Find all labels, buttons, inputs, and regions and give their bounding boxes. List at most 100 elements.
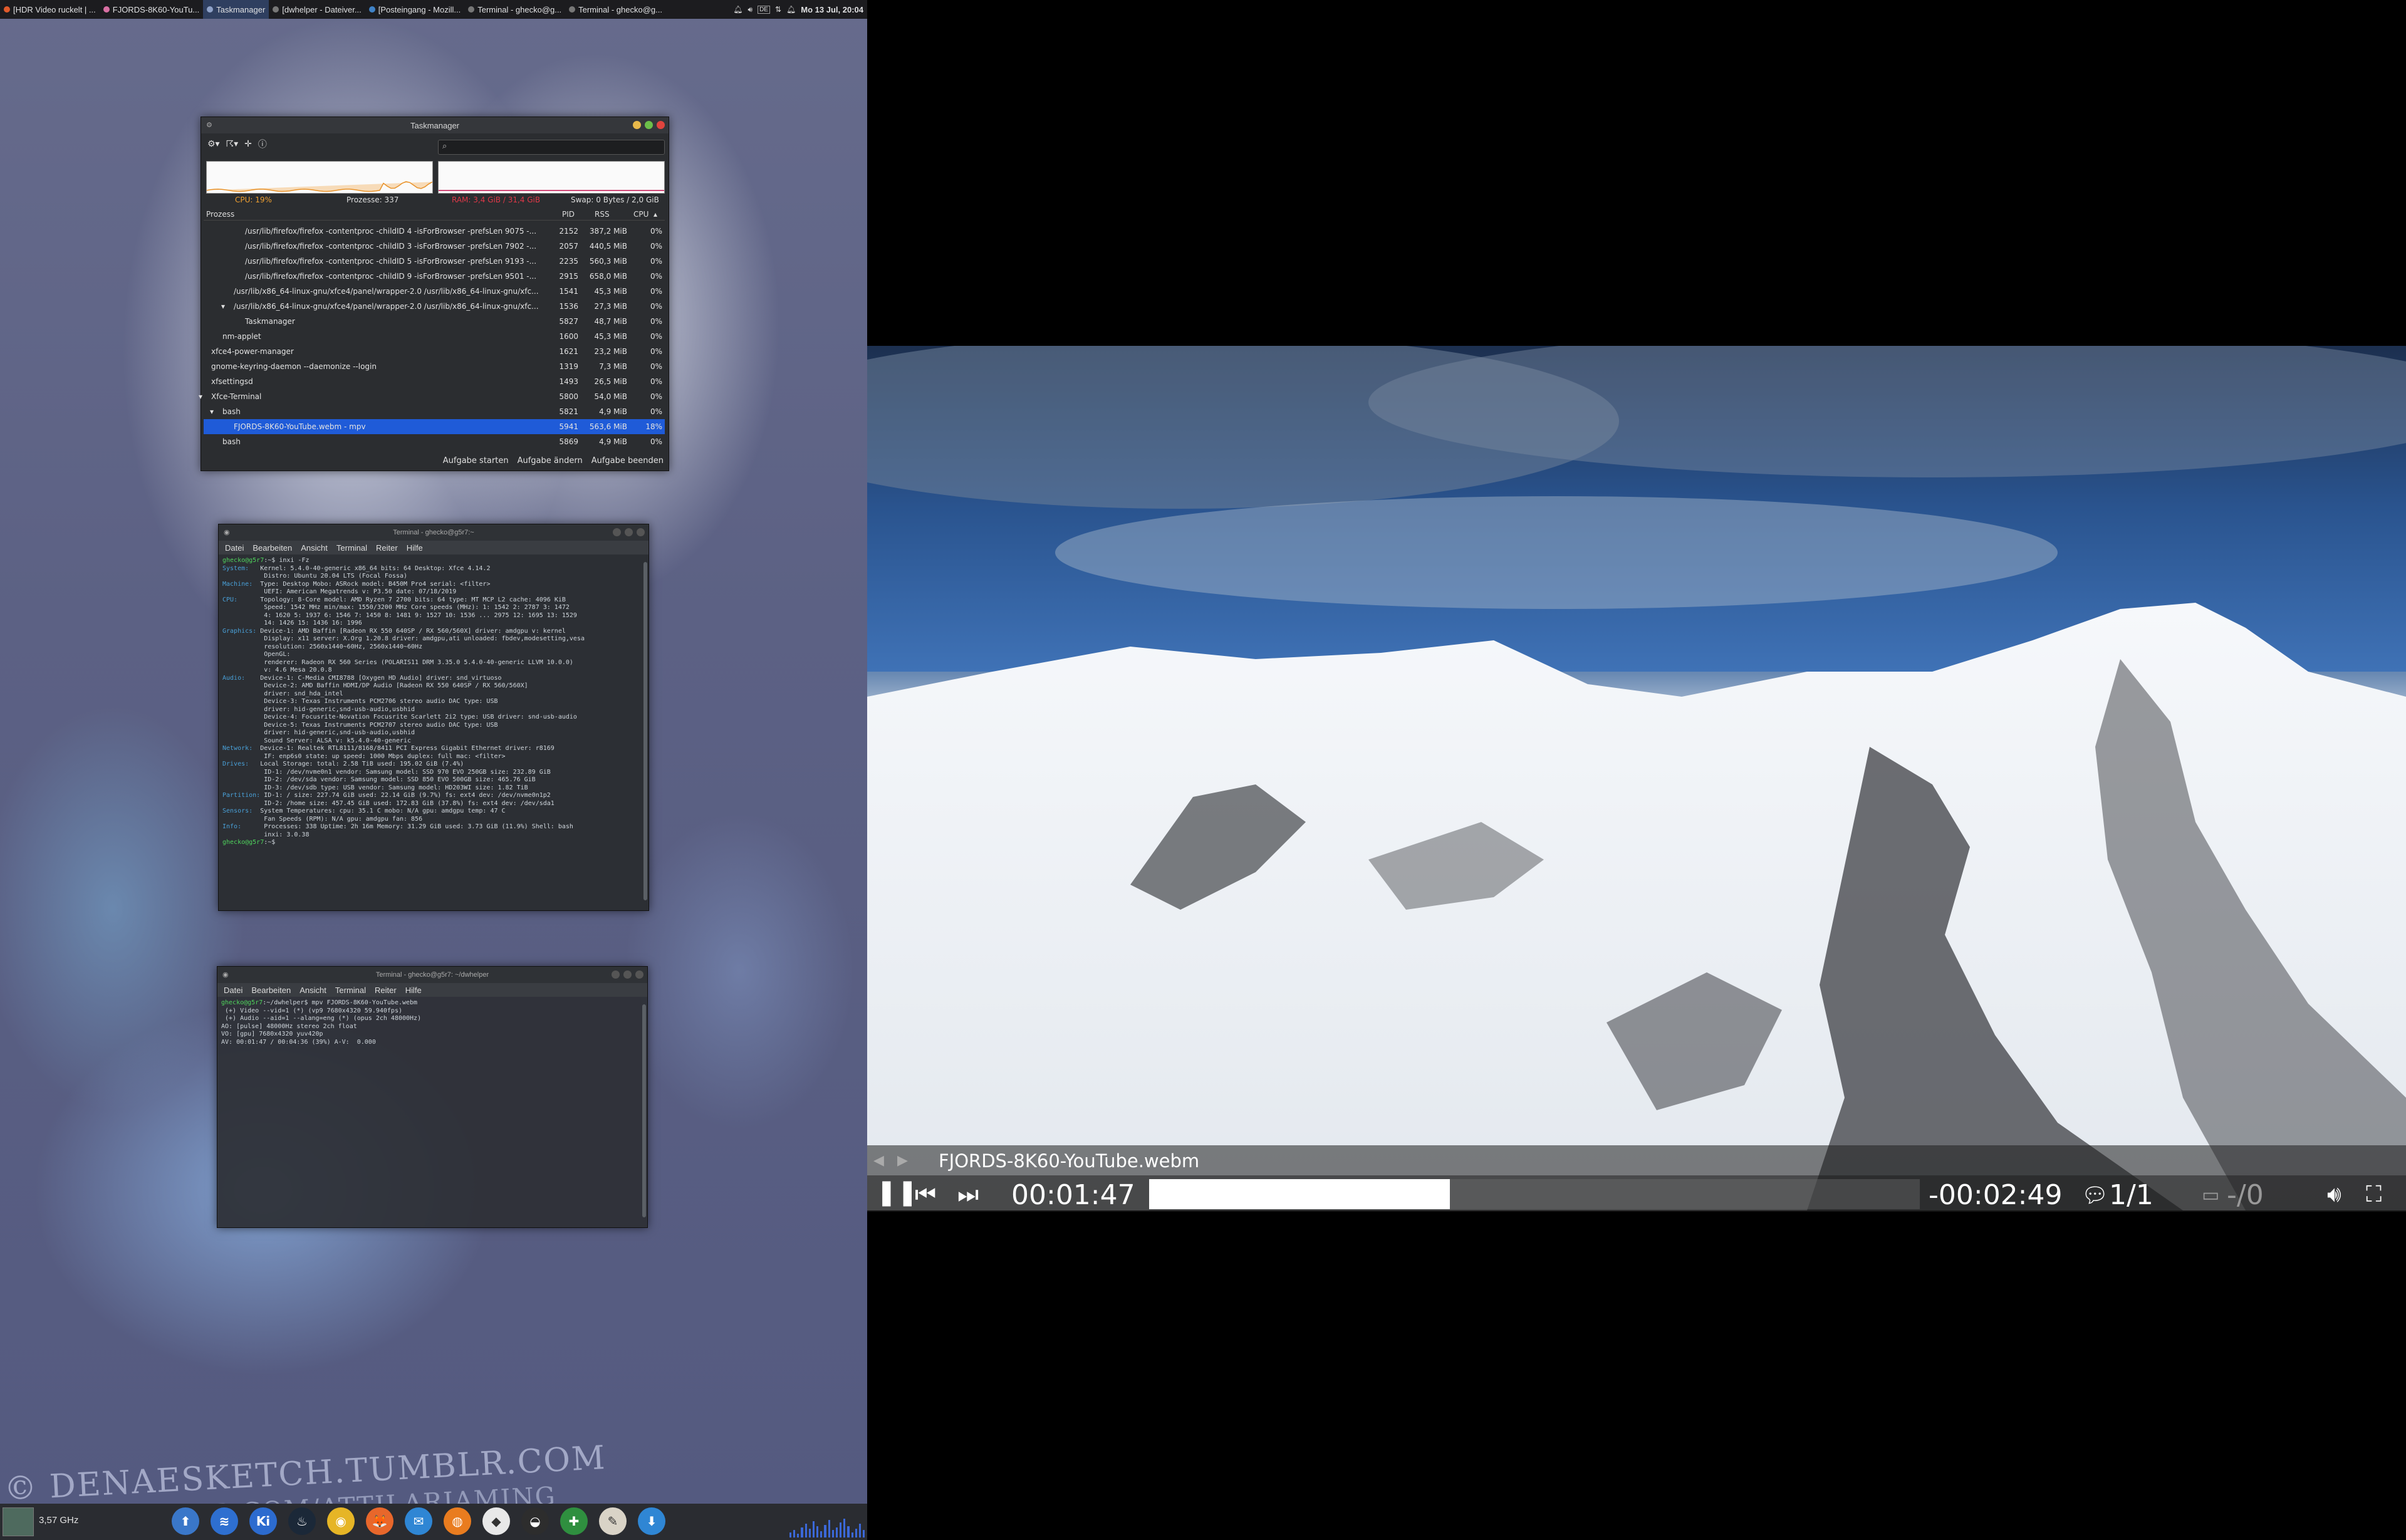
settings-gear-icon[interactable]: ⚙▾ xyxy=(207,139,220,149)
subtitle-icon[interactable]: ▭ xyxy=(2202,1184,2219,1206)
column-cpu[interactable]: CPU xyxy=(633,210,648,219)
volume-icon[interactable]: 🔊︎ xyxy=(2327,1182,2341,1208)
terminal-scrollbar[interactable] xyxy=(643,562,647,900)
taskbar-item[interactable]: [dwhelper - Dateiver... xyxy=(269,0,365,19)
menu-item[interactable]: Bearbeiten xyxy=(253,543,292,553)
menu-item[interactable]: Ansicht xyxy=(299,986,326,995)
keyboard-layout[interactable]: DE xyxy=(758,5,770,14)
end-task-button[interactable]: Aufgabe beenden xyxy=(591,456,664,466)
download-icon[interactable]: ⬇ xyxy=(638,1507,665,1535)
process-row[interactable]: bash 5869 4,9 MiB 0% xyxy=(204,434,665,449)
pen-icon[interactable]: ✎ xyxy=(599,1507,627,1535)
playlist-next-icon[interactable]: ▶ xyxy=(897,1153,908,1168)
taskbar-item[interactable]: [Posteingang - Mozill... xyxy=(365,0,465,19)
menu-item[interactable]: Bearbeiten xyxy=(251,986,291,995)
start-task-button[interactable]: Aufgabe starten xyxy=(443,456,509,466)
menu-item[interactable]: Reiter xyxy=(376,543,398,553)
taskbar-item[interactable]: [HDR Video ruckelt | ... xyxy=(0,0,100,19)
taskbar-item[interactable]: Taskmanager xyxy=(203,0,269,19)
elapsed-time[interactable]: 00:01:47 xyxy=(1011,1179,1135,1211)
firefox-icon[interactable]: 🦊 xyxy=(366,1507,393,1535)
mail-icon[interactable]: ✉ xyxy=(405,1507,432,1535)
process-row[interactable]: ▾ Xfce-Terminal 5800 54,0 MiB 0% xyxy=(199,389,665,404)
kill-process-icon[interactable]: ☈▾ xyxy=(226,139,239,149)
volume-icon[interactable]: 🔊︎ xyxy=(748,5,753,14)
subtitle-track-indicator[interactable]: -/0 xyxy=(2227,1179,2264,1211)
terminal-scrollbar[interactable] xyxy=(642,1004,646,1217)
taskbar-item[interactable]: Terminal - ghecko@g... xyxy=(565,0,666,19)
menu-item[interactable]: Ansicht xyxy=(301,543,328,553)
pause-icon[interactable]: ❚❚ xyxy=(876,1178,918,1207)
close-button[interactable] xyxy=(637,528,645,536)
update-icon[interactable]: ⬆ xyxy=(172,1507,199,1535)
audio-wave-icon[interactable]: ≋ xyxy=(211,1507,238,1535)
audio-track-indicator[interactable]: 1/1 xyxy=(2109,1179,2153,1211)
window-menu-icon[interactable]: ◉ xyxy=(222,970,229,979)
tree-expander-icon[interactable]: ▾ xyxy=(221,302,225,311)
ki-icon[interactable]: Ki xyxy=(249,1507,277,1535)
maximize-button[interactable] xyxy=(645,121,653,129)
disk-icon[interactable]: ◉ xyxy=(327,1507,355,1535)
taskbar-item[interactable]: Terminal - ghecko@g... xyxy=(464,0,565,19)
tree-expander-icon[interactable]: ▾ xyxy=(210,407,214,416)
menu-item[interactable]: Hilfe xyxy=(405,986,422,995)
process-row[interactable]: /usr/lib/firefox/firefox -contentproc -c… xyxy=(204,239,665,254)
bell-icon[interactable]: 🔔︎ xyxy=(786,5,796,14)
process-row[interactable]: ▾ bash 5821 4,9 MiB 0% xyxy=(204,404,665,419)
menu-item[interactable]: Datei xyxy=(225,543,244,553)
mpv-video-frame[interactable] xyxy=(867,346,2406,1210)
process-row[interactable]: xfsettingsd 1493 26,5 MiB 0% xyxy=(204,374,665,389)
process-row[interactable]: xfce4-power-manager 1621 23,2 MiB 0% xyxy=(204,344,665,359)
minimize-button[interactable] xyxy=(633,121,641,129)
playlist-prev-icon[interactable]: ◀ xyxy=(873,1153,884,1168)
terminal-output[interactable]: ghecko@g5r7:~/dwhelper$ mpv FJORDS-8K60-… xyxy=(217,997,647,1049)
column-process[interactable]: Prozess xyxy=(206,210,234,219)
menu-item[interactable]: Reiter xyxy=(375,986,397,995)
terminal-output[interactable]: ghecko@g5r7:~$ inxi -Fz System: Kernel: 5… xyxy=(219,554,648,850)
window-menu-icon[interactable]: ◉ xyxy=(224,528,230,536)
process-row[interactable]: Taskmanager 5827 48,7 MiB 0% xyxy=(204,314,665,329)
process-row[interactable]: nm-applet 1600 45,3 MiB 0% xyxy=(204,329,665,344)
close-button[interactable] xyxy=(635,970,643,979)
change-task-button[interactable]: Aufgabe ändern xyxy=(518,456,583,466)
tree-expander-icon[interactable]: ▾ xyxy=(199,392,202,401)
terminal-titlebar[interactable]: ◉ Terminal - ghecko@g5r7: ~/dwhelper xyxy=(217,967,647,983)
fullscreen-icon[interactable]: ⛶ xyxy=(2366,1182,2382,1208)
process-search-input[interactable]: ⌕ xyxy=(438,140,665,155)
process-row[interactable]: gnome-keyring-daemon --daemonize --login… xyxy=(204,359,665,374)
skip-forward-icon[interactable]: ⏭︎ xyxy=(957,1180,979,1209)
seekbar[interactable] xyxy=(1149,1179,1920,1209)
clock[interactable]: Mo 13 Jul, 20:04 xyxy=(801,5,863,14)
skip-back-icon[interactable]: ⏮︎ xyxy=(915,1180,936,1209)
menu-item[interactable]: Datei xyxy=(224,986,242,995)
process-row[interactable]: /usr/lib/firefox/firefox -contentproc -c… xyxy=(204,254,665,269)
notification-icon[interactable]: 🔔︎ xyxy=(733,5,742,14)
minimize-button[interactable] xyxy=(612,970,620,979)
crosshair-icon[interactable]: ✛ xyxy=(244,139,252,149)
close-button[interactable] xyxy=(657,121,665,129)
process-row[interactable]: /usr/lib/firefox/firefox -contentproc -c… xyxy=(204,269,665,284)
maximize-button[interactable] xyxy=(625,528,633,536)
process-row[interactable]: ▾ /usr/lib/x86_64-linux-gnu/xfce4/panel/w… xyxy=(204,299,665,314)
steam-icon[interactable]: ♨ xyxy=(288,1507,316,1535)
inkscape-icon[interactable]: ◆ xyxy=(482,1507,510,1535)
process-row[interactable]: /usr/lib/x86_64-linux-gnu/xfce4/panel/wr… xyxy=(204,284,665,299)
taskbar-item[interactable]: FJORDS-8K60-YouTu... xyxy=(100,0,203,19)
blender-icon[interactable]: ◍ xyxy=(444,1507,471,1535)
minimize-button[interactable] xyxy=(613,528,621,536)
window-menu-icon[interactable]: ⚙ xyxy=(206,121,212,129)
process-row[interactable]: FJORDS-8K60-YouTube.webm - mpv 5941 563,6 … xyxy=(204,419,665,434)
column-pid[interactable]: PID xyxy=(562,210,575,219)
column-rss[interactable]: RSS xyxy=(595,210,610,219)
menu-item[interactable]: Terminal xyxy=(336,543,367,553)
taskmanager-titlebar[interactable]: ⚙ Taskmanager xyxy=(201,117,669,133)
network-icon[interactable]: ✚ xyxy=(560,1507,588,1535)
remaining-time[interactable]: -00:02:49 xyxy=(1929,1179,2063,1211)
menu-item[interactable]: Hilfe xyxy=(407,543,423,553)
speech-bubble-icon[interactable]: 💬︎ xyxy=(2081,1183,2108,1208)
process-row[interactable]: /usr/lib/firefox/firefox -contentproc -c… xyxy=(204,224,665,239)
cpu-graph-widget[interactable] xyxy=(3,1507,34,1536)
terminal-titlebar[interactable]: ◉ Terminal - ghecko@g5r7:~ xyxy=(219,524,648,541)
info-icon[interactable]: ⓘ xyxy=(258,138,267,150)
network-icon[interactable]: ⇅ xyxy=(775,5,781,14)
